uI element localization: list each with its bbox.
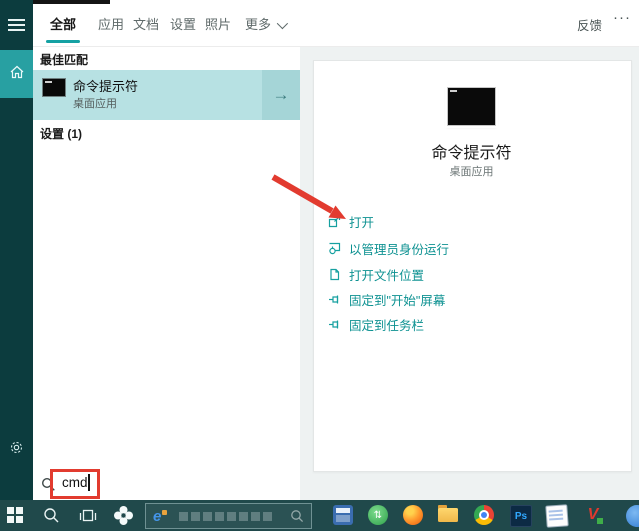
pin-icon [328,293,341,306]
action-open-file-location[interactable]: 打开文件位置 [328,265,424,283]
result-subtitle: 桌面应用 [73,95,117,111]
taskbar-ie-search-box[interactable]: e [145,503,312,529]
cmd-app-icon [42,78,66,97]
windows-logo-icon [7,507,23,523]
overflow-menu-button[interactable]: ··· [613,9,631,26]
file-explorer-icon[interactable] [438,508,458,528]
settings-group-label: 设置 (1) [40,125,82,142]
task-view-icon [79,507,97,524]
action-pin-to-taskbar[interactable]: 固定到任务栏 [328,315,424,333]
action-run-as-admin[interactable]: 以管理员身份运行 [328,239,449,257]
best-match-result-row[interactable]: 命令提示符 桌面应用 → [33,70,300,120]
cmd-app-icon-large [447,87,496,126]
action-pin-to-start[interactable]: 固定到"开始"屏幕 [328,290,445,308]
best-match-label: 最佳匹配 [40,51,88,68]
windows-search-flyout: 全部 应用 文档 设置 照片 更多 反馈 ··· 最佳匹配 命令提示符 桌面应用… [0,0,639,531]
faint-hint-text [179,512,272,521]
annotation-box [50,469,100,499]
start-button[interactable] [7,507,23,523]
top-edge-strip [33,0,110,4]
detail-title: 命令提示符 [313,139,630,163]
home-tab-button[interactable] [0,50,33,98]
gear-icon [9,440,24,460]
pinwheel-app-button[interactable] [113,505,134,531]
pin-icon [328,318,341,331]
ie-orange-dot [162,510,167,515]
home-icon [9,64,25,85]
notepad-app-icon[interactable] [545,504,568,527]
ie-logo-icon: e [153,508,161,525]
left-rail [0,0,33,500]
selected-tab-underline [46,40,80,43]
updater-app-icon[interactable]: ⇅ [368,505,388,525]
file-location-icon [328,268,341,281]
detail-subtitle: 桌面应用 [313,163,630,179]
tab-documents[interactable]: 文档 [133,14,159,33]
tab-settings[interactable]: 设置 [170,14,196,33]
tab-photos[interactable]: 照片 [205,14,231,33]
chrome-app-icon[interactable] [474,505,494,525]
open-icon [328,215,341,228]
result-title: 命令提示符 [73,76,138,95]
feedback-link[interactable]: 反馈 [577,15,602,34]
partial-app-icon[interactable] [626,505,639,527]
hamburger-menu-icon[interactable] [8,19,25,31]
pinwheel-icon [113,505,134,526]
red-v-app-icon[interactable]: V [583,505,603,525]
tab-more[interactable]: 更多 [245,14,285,33]
chevron-down-icon [277,18,288,29]
firefox-app-icon[interactable] [403,505,423,525]
search-icon [290,509,304,523]
expand-result-arrow-button[interactable]: → [262,70,300,120]
taskbar: e ⇅ Ps V [0,500,639,531]
search-icon [43,507,60,524]
run-as-admin-icon [328,242,341,255]
tab-apps[interactable]: 应用 [98,14,124,33]
task-view-button[interactable] [79,507,97,529]
tab-all[interactable]: 全部 [50,14,76,33]
photoshop-app-icon[interactable]: Ps [510,505,532,527]
calculator-app-icon[interactable] [333,505,353,525]
settings-gear-button[interactable] [8,441,25,458]
action-open[interactable]: 打开 [328,212,374,230]
taskbar-search-button[interactable] [43,507,60,529]
